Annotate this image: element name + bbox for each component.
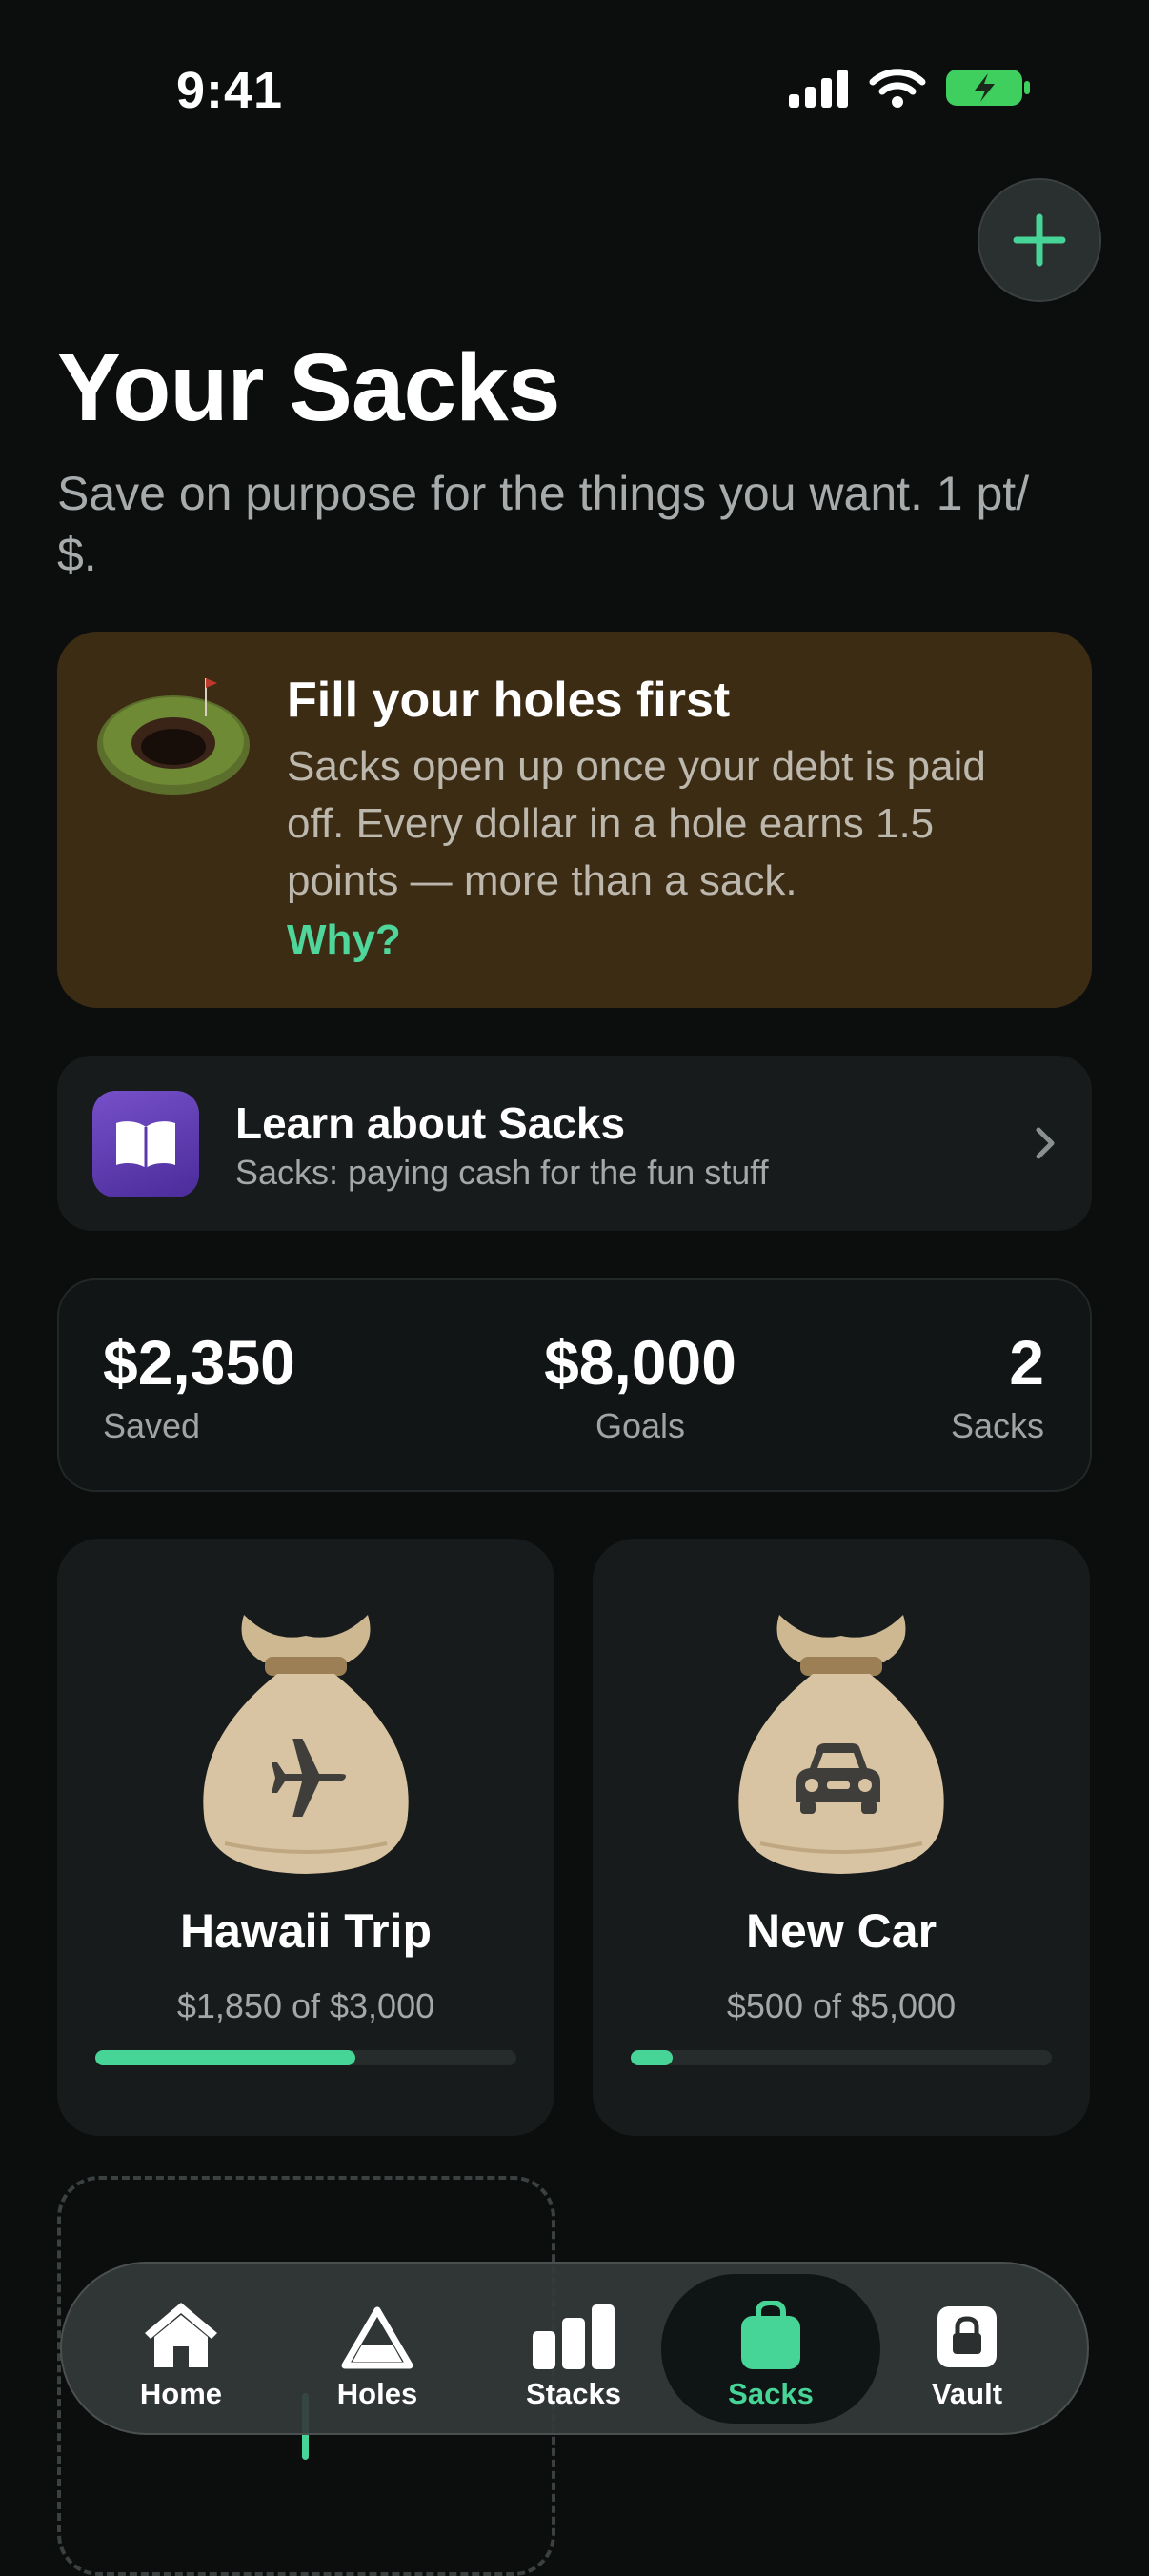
goals-value: $8,000 — [544, 1327, 736, 1398]
chevron-right-icon — [1036, 1127, 1055, 1159]
tab-vault[interactable]: Vault — [872, 2282, 1062, 2425]
tab-label: Stacks — [526, 2377, 621, 2410]
goals-label: Goals — [595, 1406, 686, 1445]
lock-icon — [937, 2306, 997, 2367]
sack-amount: $1,850 of $3,000 — [176, 1986, 435, 2025]
sack-name: New Car — [745, 1904, 937, 1958]
triangle-icon — [341, 2306, 413, 2369]
sacks-count-label: Sacks — [950, 1406, 1044, 1445]
tab-holes[interactable]: Holes — [282, 2282, 473, 2425]
car-icon — [796, 1743, 880, 1814]
sack-progress-track — [95, 2050, 516, 2065]
sack-progress-fill — [631, 2050, 674, 2065]
status-icons — [789, 67, 1031, 109]
tab-stacks[interactable]: Stacks — [478, 2282, 669, 2425]
battery-charging-icon — [946, 70, 1030, 106]
airplane-icon — [272, 1739, 346, 1817]
bar-chart-icon — [533, 2304, 615, 2369]
learn-title: Learn about Sacks — [235, 1098, 626, 1148]
learn-subtitle: Sacks: paying cash for the fun stuff — [235, 1153, 769, 1192]
page-title: Your Sacks — [57, 334, 560, 441]
status-time: 9:41 — [176, 62, 284, 119]
sack-amount: $500 of $5,000 — [726, 1986, 957, 2025]
tab-label: Holes — [336, 2377, 418, 2410]
house-icon — [145, 2303, 217, 2367]
tab-home[interactable]: Home — [86, 2282, 276, 2425]
cellular-signal-icon — [789, 70, 848, 108]
sacks-count-value: 2 — [1009, 1327, 1044, 1398]
notice-body: Sacks open up once your debt is paid off… — [287, 743, 986, 904]
saved-label: Saved — [103, 1406, 201, 1445]
book-icon — [92, 1091, 199, 1197]
wifi-icon — [869, 69, 926, 108]
why-link[interactable]: Why? — [287, 916, 401, 964]
add-sack-button[interactable] — [978, 178, 1101, 302]
hole-illustration — [97, 678, 250, 795]
notice-title: Fill your holes first — [287, 673, 731, 728]
saved-value: $2,350 — [103, 1327, 295, 1398]
tab-label: Sacks — [728, 2377, 814, 2410]
sack-name: Hawaii Trip — [180, 1904, 432, 1958]
page-subtitle: Save on purpose for the things you want.… — [57, 467, 1030, 581]
bag-icon — [741, 2301, 800, 2369]
tab-label: Home — [139, 2377, 223, 2410]
sack-progress-fill — [95, 2050, 355, 2065]
tab-sacks[interactable]: Sacks — [675, 2282, 866, 2425]
plus-icon — [1013, 213, 1066, 267]
sack-progress-track — [631, 2050, 1052, 2065]
tab-label: Vault — [931, 2377, 1003, 2410]
